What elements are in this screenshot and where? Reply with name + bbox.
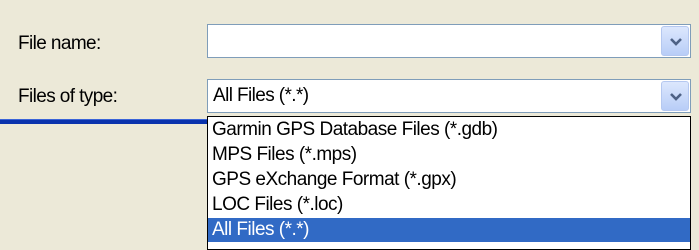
accent-bar: [0, 119, 209, 124]
option-mps[interactable]: MPS Files (*.mps): [208, 143, 690, 167]
file-name-dropdown-button[interactable]: [661, 26, 689, 56]
option-gdb[interactable]: Garmin GPS Database Files (*.gdb): [208, 118, 690, 142]
option-all-files-selected[interactable]: All Files (*.*): [208, 218, 690, 242]
files-of-type-dropdown-button[interactable]: [661, 81, 689, 111]
files-of-type-value[interactable]: All Files (*.*): [213, 85, 309, 107]
option-gpx[interactable]: GPS eXchange Format (*.gpx): [208, 168, 690, 192]
files-of-type-combo[interactable]: All Files (*.*): [207, 79, 691, 113]
files-of-type-label: Files of type:: [18, 86, 118, 107]
file-name-combo[interactable]: [207, 24, 691, 58]
file-name-label: File name:: [18, 33, 101, 54]
file-dialog-panel: File name: Files of type: All Files (*.*…: [0, 0, 699, 250]
chevron-down-icon: [670, 38, 682, 46]
chevron-down-icon: [670, 93, 682, 101]
option-loc[interactable]: LOC Files (*.loc): [208, 193, 690, 217]
file-type-dropdown-list[interactable]: Garmin GPS Database Files (*.gdb) MPS Fi…: [207, 116, 691, 250]
